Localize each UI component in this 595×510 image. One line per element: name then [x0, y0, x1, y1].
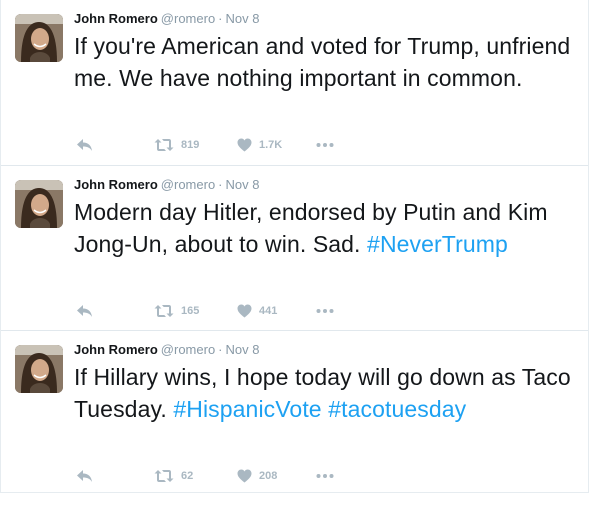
retweet-button[interactable]: 62 [154, 466, 193, 486]
author-handle[interactable]: @romero [161, 11, 215, 26]
reply-icon [76, 138, 93, 152]
more-icon [316, 142, 334, 148]
reply-button[interactable] [76, 466, 93, 486]
avatar[interactable] [15, 345, 63, 393]
separator: · [218, 177, 223, 192]
tweet-timeline: John Romero @romero · Nov 8 If you're Ameri… [0, 0, 589, 493]
retweet-count: 819 [181, 139, 200, 151]
avatar[interactable] [15, 180, 63, 228]
tweet[interactable]: John Romero @romero · Nov 8 If you're Ameri… [1, 0, 588, 166]
author-name[interactable]: John Romero [74, 177, 158, 192]
tweet-text: If you're American and voted for Trump, … [74, 31, 579, 94]
tweet-header: John Romero @romero · Nov 8 [74, 177, 259, 192]
retweet-button[interactable]: 165 [154, 301, 199, 321]
tweet-actions: 165 441 [74, 301, 374, 321]
like-button[interactable]: 441 [237, 301, 277, 321]
reply-button[interactable] [76, 135, 93, 155]
hashtag-link[interactable]: #tacotuesday [328, 396, 466, 422]
tweet[interactable]: John Romero @romero · Nov 8 If Hillary wins… [1, 331, 588, 493]
more-icon [316, 308, 334, 314]
retweet-icon [154, 138, 174, 152]
heart-icon [237, 138, 252, 152]
reply-icon [76, 304, 93, 318]
heart-icon [237, 469, 252, 483]
like-count: 208 [259, 470, 278, 482]
author-handle[interactable]: @romero [161, 177, 215, 192]
like-count: 441 [259, 305, 278, 317]
separator: · [218, 11, 223, 26]
author-name[interactable]: John Romero [74, 342, 158, 357]
timestamp[interactable]: Nov 8 [226, 177, 260, 192]
timestamp[interactable]: Nov 8 [226, 342, 260, 357]
tweet[interactable]: John Romero @romero · Nov 8 Modern day Hitl… [1, 166, 588, 331]
tweet-text: Modern day Hitler, endorsed by Putin and… [74, 197, 579, 260]
reply-button[interactable] [76, 301, 93, 321]
like-button[interactable]: 1.7K [237, 135, 282, 155]
tweet-actions: 62 208 [74, 466, 374, 486]
like-count: 1.7K [259, 139, 283, 151]
more-icon [316, 473, 334, 479]
tweet-header: John Romero @romero · Nov 8 [74, 11, 259, 26]
avatar[interactable] [15, 14, 63, 62]
retweet-count: 165 [181, 305, 200, 317]
tweet-body: If Hillary wins, I hope today will go do… [74, 364, 571, 422]
retweet-button[interactable]: 819 [154, 135, 199, 155]
tweet-actions: 819 1.7K [74, 135, 374, 155]
retweet-icon [154, 304, 174, 318]
more-button[interactable] [316, 466, 334, 486]
tweet-header: John Romero @romero · Nov 8 [74, 342, 259, 357]
retweet-count: 62 [181, 470, 194, 482]
hashtag-link[interactable]: #NeverTrump [367, 231, 508, 257]
like-button[interactable]: 208 [237, 466, 277, 486]
more-button[interactable] [316, 135, 334, 155]
heart-icon [237, 304, 252, 318]
more-button[interactable] [316, 301, 334, 321]
tweet-body: If you're American and voted for Trump, … [74, 33, 571, 91]
tweet-text: If Hillary wins, I hope today will go do… [74, 362, 579, 425]
retweet-icon [154, 469, 174, 483]
reply-icon [76, 469, 93, 483]
author-handle[interactable]: @romero [161, 342, 215, 357]
hashtag-link[interactable]: #HispanicVote [173, 396, 321, 422]
timestamp[interactable]: Nov 8 [226, 11, 260, 26]
author-name[interactable]: John Romero [74, 11, 158, 26]
separator: · [218, 342, 223, 357]
